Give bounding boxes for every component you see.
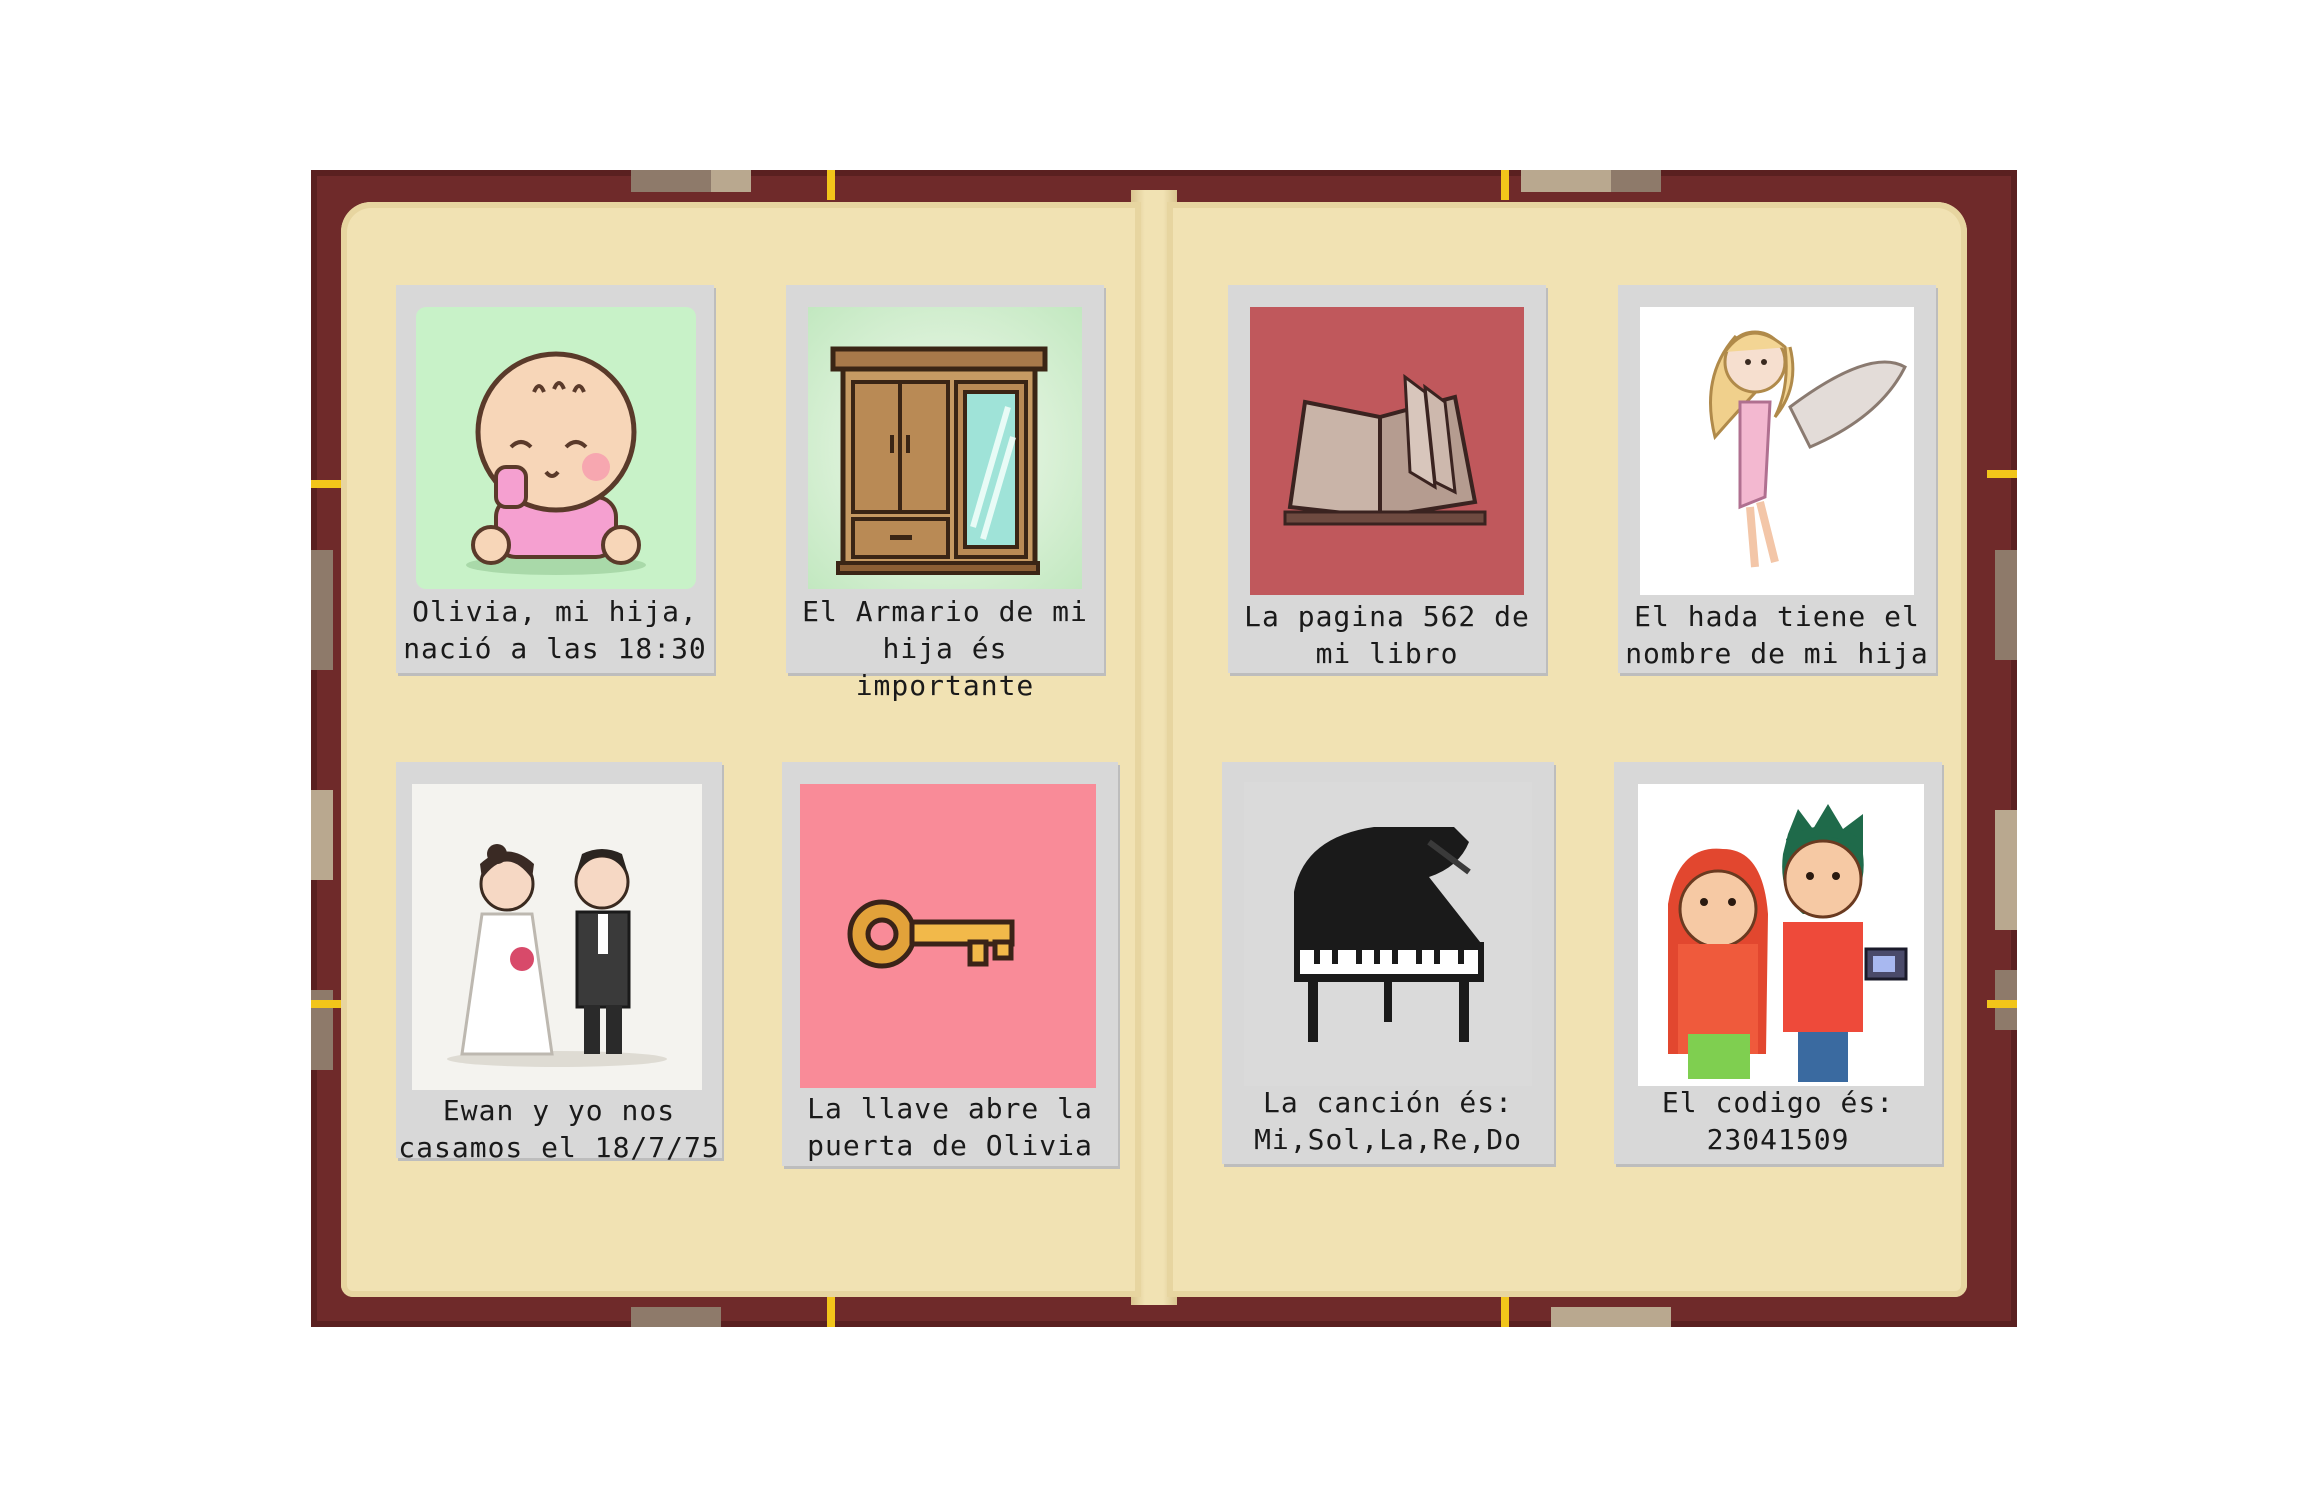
couple-camera-icon	[1668, 804, 1908, 1082]
key-icon	[847, 899, 1015, 969]
photo-card-book[interactable]: La pagina 562 de mi libro	[1228, 285, 1546, 673]
card-caption: El codigo és: 23041509	[1661, 1086, 1895, 1156]
photo-card-couple[interactable]: El codigo és: 23041509	[1614, 762, 1942, 1164]
photo-card-key[interactable]: La llave abre la puerta de Olivia	[782, 762, 1118, 1166]
photo-card-wedding[interactable]: Ewan y yo nos casamos el 18/7/75	[396, 762, 722, 1164]
baby-icon	[466, 351, 646, 575]
piano-icon	[1294, 827, 1484, 1042]
photo-card-baby[interactable]: Olivia, mi hija, nació a las 18:30	[396, 285, 714, 673]
card-caption: Ewan y yo nos casamos el 18/7/75	[398, 1094, 720, 1164]
photo-card-wardrobe[interactable]: El Armario de mi hija és importante	[786, 285, 1104, 702]
wedding-couple-icon	[447, 844, 667, 1067]
photo-card-piano[interactable]: La canción és: Mi,Sol,La,Re,Do	[1222, 762, 1554, 1164]
card-caption: El hada tiene el nombre de mi hija	[1625, 600, 1929, 670]
wardrobe-icon	[830, 346, 1048, 575]
card-caption: La canción és: Mi,Sol,La,Re,Do	[1254, 1086, 1522, 1156]
photo-card-fairy[interactable]: El hada tiene el nombre de mi hija	[1618, 285, 1936, 673]
card-caption: El Armario de mi hija és importante	[802, 595, 1088, 702]
open-book-icon	[1283, 373, 1487, 526]
fairy-icon	[1709, 330, 1907, 568]
card-caption: Olivia, mi hija, nació a las 18:30	[403, 595, 707, 665]
card-caption: La pagina 562 de mi libro	[1244, 600, 1530, 670]
card-caption: La llave abre la puerta de Olivia	[807, 1092, 1093, 1162]
